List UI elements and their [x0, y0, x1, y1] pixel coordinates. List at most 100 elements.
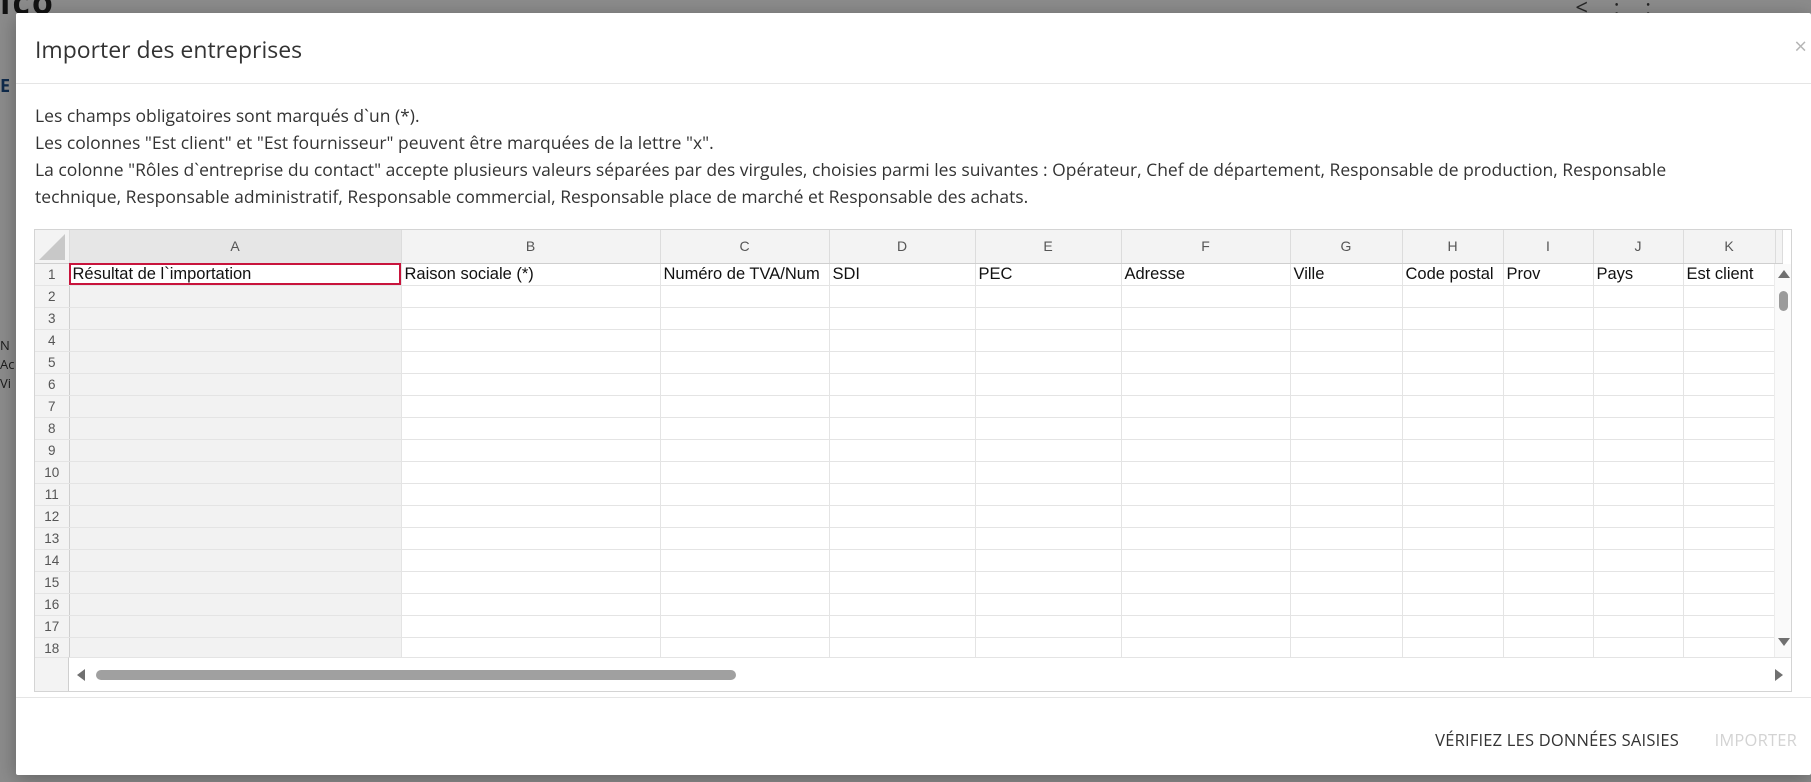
grid-cell[interactable] — [1290, 571, 1403, 594]
grid-cell[interactable] — [660, 483, 830, 506]
row-header[interactable]: 17 — [35, 615, 70, 638]
grid-cell[interactable] — [1290, 505, 1403, 528]
grid-cell[interactable] — [829, 483, 976, 506]
grid-cell[interactable] — [1290, 373, 1403, 396]
horizontal-scrollbar[interactable] — [69, 657, 1791, 691]
grid-cell[interactable] — [1683, 571, 1776, 594]
grid-cell[interactable] — [1290, 329, 1403, 352]
grid-cell[interactable] — [1121, 373, 1291, 396]
row-header[interactable]: 10 — [35, 461, 70, 484]
grid-cell[interactable]: Résultat de l`importation — [69, 263, 402, 286]
grid-cell[interactable] — [1402, 307, 1504, 330]
row-header[interactable]: 14 — [35, 549, 70, 572]
vertical-scrollbar[interactable] — [1774, 264, 1791, 658]
column-header[interactable]: K — [1683, 230, 1776, 264]
scroll-left-icon[interactable] — [77, 669, 85, 681]
column-header[interactable]: H — [1402, 230, 1504, 264]
row-header[interactable]: 18 — [35, 637, 70, 660]
grid-cell[interactable] — [660, 285, 830, 308]
grid-cell[interactable] — [401, 307, 661, 330]
grid-cell[interactable] — [1290, 549, 1403, 572]
grid-cell[interactable]: Ville — [1290, 263, 1403, 286]
grid-cell[interactable] — [401, 593, 661, 616]
row-header[interactable]: 7 — [35, 395, 70, 418]
grid-cell[interactable] — [1593, 505, 1684, 528]
grid-cell[interactable] — [1593, 373, 1684, 396]
grid-cell[interactable] — [1503, 637, 1594, 660]
grid-cell[interactable] — [829, 549, 976, 572]
column-header[interactable]: G — [1290, 230, 1403, 264]
grid-cell[interactable] — [1503, 593, 1594, 616]
grid-cell[interactable] — [829, 527, 976, 550]
grid-cell[interactable] — [401, 329, 661, 352]
verify-data-button[interactable]: VÉRIFIEZ LES DONNÉES SAISIES — [1435, 728, 1679, 751]
grid-cell[interactable] — [401, 505, 661, 528]
grid-cell[interactable] — [1593, 395, 1684, 418]
grid-cell[interactable] — [1402, 505, 1504, 528]
grid-cell[interactable]: Raison sociale (*) — [401, 263, 661, 286]
grid-cell[interactable] — [1503, 505, 1594, 528]
grid-cell[interactable] — [1593, 527, 1684, 550]
grid-cell[interactable] — [1683, 527, 1776, 550]
grid-cell[interactable] — [1683, 615, 1776, 638]
grid-cell[interactable] — [1503, 615, 1594, 638]
grid-cell[interactable] — [660, 373, 830, 396]
column-header[interactable]: C — [660, 230, 830, 264]
grid-cell[interactable] — [975, 329, 1122, 352]
grid-cell[interactable] — [1593, 439, 1684, 462]
grid-cell[interactable]: Prov — [1503, 263, 1594, 286]
grid-cell[interactable] — [1503, 571, 1594, 594]
grid-cell[interactable] — [69, 483, 402, 506]
grid-cell[interactable] — [975, 593, 1122, 616]
grid-cell[interactable] — [1503, 417, 1594, 440]
grid-cell[interactable] — [660, 505, 830, 528]
grid-cell[interactable] — [1593, 461, 1684, 484]
grid-cell[interactable] — [660, 395, 830, 418]
grid-cell[interactable] — [401, 549, 661, 572]
grid-cell[interactable] — [1290, 637, 1403, 660]
grid-cell[interactable] — [1503, 527, 1594, 550]
grid-cell[interactable] — [1503, 307, 1594, 330]
row-header[interactable]: 2 — [35, 285, 70, 308]
grid-cell[interactable] — [1121, 329, 1291, 352]
grid-cell[interactable] — [1402, 571, 1504, 594]
grid-cell[interactable] — [829, 373, 976, 396]
grid-cell[interactable] — [1503, 483, 1594, 506]
grid-cell[interactable] — [401, 571, 661, 594]
grid-cell[interactable] — [1290, 593, 1403, 616]
grid-cell[interactable] — [975, 527, 1122, 550]
column-header[interactable]: J — [1593, 230, 1684, 264]
grid-cell[interactable] — [1503, 329, 1594, 352]
grid-cell[interactable] — [975, 571, 1122, 594]
grid-cell[interactable] — [69, 307, 402, 330]
grid-cell[interactable] — [1503, 373, 1594, 396]
grid-cell[interactable] — [69, 571, 402, 594]
grid-cell[interactable] — [1290, 615, 1403, 638]
grid-cell[interactable] — [829, 505, 976, 528]
grid-cell[interactable] — [660, 615, 830, 638]
grid-cell[interactable] — [69, 395, 402, 418]
grid-cell[interactable] — [1503, 439, 1594, 462]
grid-cell[interactable] — [975, 285, 1122, 308]
grid-cell[interactable] — [975, 637, 1122, 660]
grid-cell[interactable] — [401, 351, 661, 374]
grid-cell[interactable] — [829, 351, 976, 374]
grid-cell[interactable] — [401, 373, 661, 396]
grid-cell[interactable] — [401, 483, 661, 506]
grid-cell[interactable] — [1402, 483, 1504, 506]
vertical-scroll-thumb[interactable] — [1779, 291, 1788, 311]
grid-cell[interactable] — [1121, 417, 1291, 440]
grid-cell[interactable] — [975, 549, 1122, 572]
scroll-up-icon[interactable] — [1778, 270, 1790, 278]
row-header[interactable]: 15 — [35, 571, 70, 594]
grid-cell[interactable] — [69, 505, 402, 528]
grid-cell[interactable] — [1121, 549, 1291, 572]
horizontal-scroll-thumb[interactable] — [96, 670, 736, 680]
grid-cell[interactable] — [975, 395, 1122, 418]
grid-cell[interactable] — [660, 351, 830, 374]
grid-cell[interactable] — [1503, 395, 1594, 418]
grid-cell[interactable] — [1683, 483, 1776, 506]
row-header[interactable]: 3 — [35, 307, 70, 330]
grid-cell[interactable]: Code postal — [1402, 263, 1504, 286]
grid-cell[interactable] — [1402, 593, 1504, 616]
